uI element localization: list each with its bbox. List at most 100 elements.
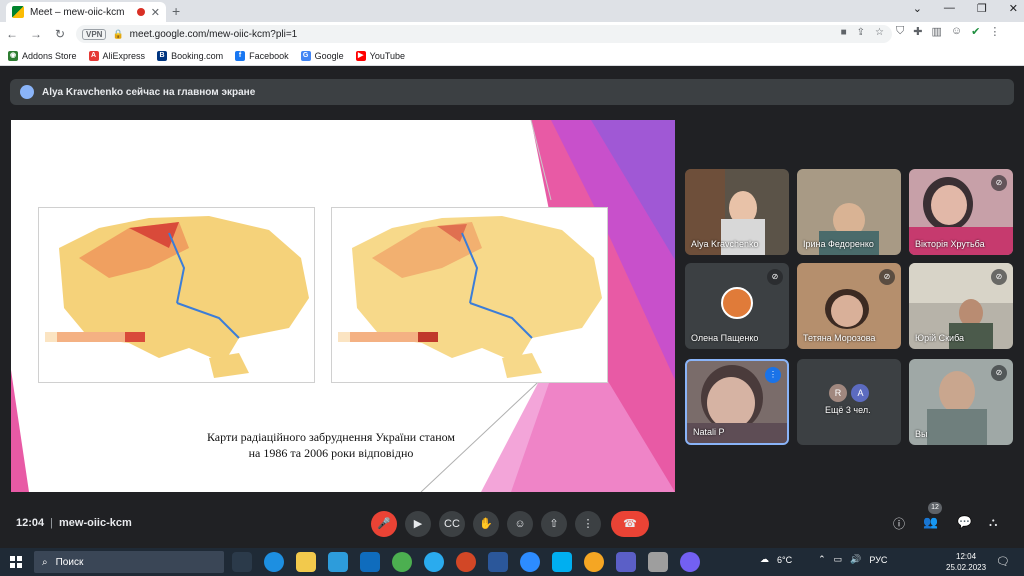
muted-mic-icon: ⊘ [991,365,1007,381]
participant-name: Вы [915,429,928,439]
tab-search-icon[interactable]: ⌄ [913,2,922,15]
forward-icon[interactable]: → [24,27,48,41]
notifications-icon[interactable]: 🗨 [996,555,1010,568]
bookmark-label: Google [314,50,344,61]
muted-mic-icon: ⊘ [991,269,1007,285]
new-tab-button[interactable]: + [172,3,180,19]
more-participants-label: Ещё 3 чел. [825,405,871,415]
browser-icon[interactable] [584,552,604,572]
camera-icon[interactable]: ▶ [405,511,431,537]
participant-tile[interactable]: Alya Kravchenko [685,169,789,255]
side-panel-icon[interactable]: ▥ [931,25,941,38]
caption-line-2: на 1986 та 2006 роки відповідно [248,446,414,460]
microphone-off-icon[interactable]: 🎤 [371,511,397,537]
tab-close-icon[interactable]: ✕ [151,6,160,19]
raise-hand-icon[interactable]: ✋ [473,511,499,537]
caption-line-1: Карти радіаційного забруднення України с… [206,430,456,444]
address-bar[interactable]: VPN 🔒 meet.google.com/mew-oiic-kcm?pli=1… [76,25,892,43]
viber-icon[interactable] [680,552,700,572]
more-options-icon[interactable]: ⋮ [575,511,601,537]
lock-icon[interactable]: 🔒 [112,29,123,40]
powerpoint-icon[interactable] [456,552,476,572]
word-icon[interactable] [488,552,508,572]
file-explorer-icon[interactable] [296,552,316,572]
meeting-details-icon[interactable]: ⓘ [893,515,905,532]
edge-icon[interactable] [264,552,284,572]
bookmark-favicon-icon: B [157,50,168,61]
captions-icon[interactable]: CC [439,511,465,537]
profile-icon[interactable]: ☺ [951,25,962,38]
weather-temp[interactable]: 6°C [777,555,792,565]
participant-tile[interactable]: ⊘ Олена Пащенко [685,263,789,349]
screen: Meet – mew-oiic-kcm ✕ + ⌄ — ❐ ✕ ← → ↻ VP… [0,0,1024,576]
bookmark-item[interactable]: f Facebook [235,50,289,61]
network-icon[interactable]: ▭ [834,554,843,565]
taskbar-search[interactable]: ⌕ Поиск [34,551,224,573]
chrome-icon[interactable] [392,552,412,572]
participant-tile[interactable]: ⊘ Юрій Скиба [909,263,1013,349]
participant-tile[interactable]: ⊘ Вікторія Хрутьба [909,169,1013,255]
language-indicator[interactable]: РУС [869,555,887,565]
participant-tile[interactable]: Ірина Федоренко [797,169,901,255]
maximize-icon[interactable]: ❐ [977,2,987,15]
telegram-icon[interactable] [424,552,444,572]
show-hidden-icons-icon[interactable]: ⌃ [818,554,826,565]
participant-tile[interactable]: ⋮ Natali P [685,359,789,445]
volume-icon[interactable]: 🔊 [850,554,861,565]
chat-icon[interactable]: 💬 [957,515,972,529]
present-now-icon[interactable]: ⇧ [541,511,567,537]
task-view-icon[interactable] [232,552,252,572]
bookmark-star-icon[interactable]: ☆ [875,27,884,38]
close-window-icon[interactable]: ✕ [1009,2,1018,15]
back-icon[interactable]: ← [0,27,24,41]
security-shield-icon[interactable]: ✔ [971,25,980,38]
extensions-icon[interactable]: ✚ [913,25,922,38]
bookmark-item[interactable]: ◉ Addons Store [8,50,77,61]
camera-in-use-icon[interactable]: ■ [841,27,847,38]
browser-tab-strip: Meet – mew-oiic-kcm ✕ + ⌄ — ❐ ✕ [0,0,1024,22]
meeting-info: 12:04 | mew-oiic-kcm [16,517,132,529]
taskbar-clock[interactable]: 12:04 25.02.2023 [946,551,986,573]
windows-start-icon[interactable] [10,556,22,568]
skype-icon[interactable] [552,552,572,572]
bookmark-label: Facebook [249,50,289,61]
reload-icon[interactable]: ↻ [48,27,72,41]
url-text[interactable]: meet.google.com/mew-oiic-kcm?pli=1 [130,29,298,40]
adblock-icon[interactable]: ⛉ [896,25,904,38]
meeting-code: mew-oiic-kcm [59,517,132,529]
share-icon[interactable]: ⇪ [857,27,865,38]
more-participants-tile[interactable]: R A Ещё 3 чел. [797,359,901,445]
browser-tab[interactable]: Meet – mew-oiic-kcm ✕ [6,2,166,22]
avatar [721,287,753,319]
bookmark-item[interactable]: A AliExpress [88,50,145,61]
people-count-badge: 12 [928,502,942,514]
zoom-icon[interactable] [520,552,540,572]
vpn-badge[interactable]: VPN [82,28,107,40]
bookmark-item[interactable]: ▶ YouTube [355,50,405,61]
meet-favicon-icon [12,6,24,18]
taskbar-apps [232,552,700,572]
search-icon: ⌕ [42,556,48,568]
participant-name: Alya Kravchenko [691,239,759,249]
windows-taskbar: ⌕ Поиск ☁ 6°C ⌃ ▭ 🔊 РУС 12:04 25.02.2023… [0,548,1024,576]
menu-icon[interactable]: ⋮ [989,25,1000,38]
map-image [45,216,309,378]
app-icon[interactable] [648,552,668,572]
leave-call-icon[interactable]: ☎ [611,511,649,537]
weather-icon[interactable]: ☁ [760,554,769,565]
participant-tile[interactable]: ⊘ Тетяна Морозова [797,263,901,349]
emoji-reactions-icon[interactable]: ☺ [507,511,533,537]
bookmark-item[interactable]: G Google [300,50,344,61]
people-icon[interactable]: 👥 [923,515,938,529]
self-tile[interactable]: ⊘ Вы [909,359,1013,445]
muted-mic-icon: ⊘ [879,269,895,285]
bookmark-item[interactable]: B Booking.com [157,50,223,61]
participant-name: Тетяна Морозова [803,333,876,343]
teams-icon[interactable] [616,552,636,572]
store-icon[interactable] [328,552,348,572]
activities-icon[interactable]: ⛬ [989,515,997,530]
meet-control-bar: 12:04 | mew-oiic-kcm 🎤 ▶ CC ✋ ☺ ⇧ ⋮ ☎ ⓘ 👥 … [0,502,1024,545]
participant-name: Natali P [693,427,725,437]
mail-icon[interactable] [360,552,380,572]
minimize-icon[interactable]: — [944,2,955,15]
